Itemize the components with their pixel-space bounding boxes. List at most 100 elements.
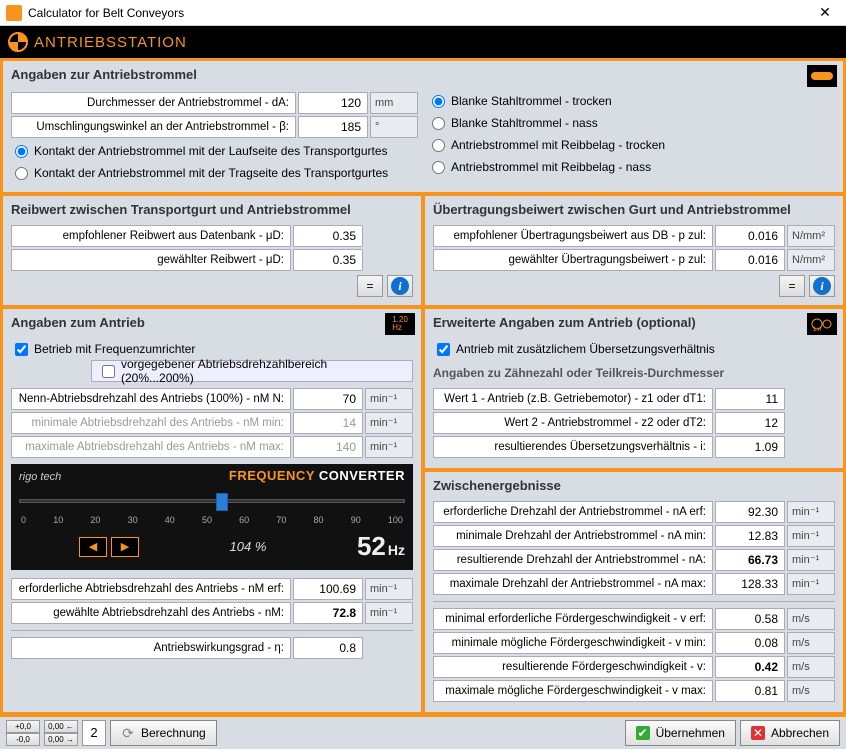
panel-title: Erweiterte Angaben zum Antrieb (optional… — [433, 315, 835, 330]
calculate-button[interactable]: ⟳ Berechnung — [110, 720, 217, 746]
diameter-label: Durchmesser der Antriebstrommel - dA: — [11, 92, 296, 114]
ratio-value: 1.09 — [715, 436, 785, 458]
drum-icon — [807, 65, 837, 87]
panel-title: Reibwert zwischen Transportgurt und Antr… — [11, 202, 413, 217]
contact-run-side-label: Kontakt der Antriebstrommel mit der Lauf… — [34, 144, 388, 158]
res-v-req-label: minimal erforderliche Fördergeschwindigk… — [433, 608, 713, 630]
freq-decrease-button[interactable]: ◀ — [79, 537, 107, 557]
panel-drive-extended: Erweiterte Angaben zum Antrieb (optional… — [424, 308, 844, 469]
speed-unit: min⁻¹ — [365, 578, 413, 600]
friction-db-value: 0.35 — [293, 225, 363, 247]
brand-label: rigo tech — [19, 471, 61, 483]
res-na-min-label: minimale Drehzahl der Antriebstrommel - … — [433, 525, 713, 547]
friction-equal-button[interactable]: = — [357, 275, 383, 297]
preset-range-checkbox[interactable] — [102, 365, 115, 378]
precision-inc-button[interactable]: +0,0 — [6, 720, 40, 733]
panel-title: Angaben zum Antrieb — [11, 315, 413, 330]
contact-carry-side-label: Kontakt der Antriebstrommel mit der Trag… — [34, 166, 388, 180]
friction-chosen-input[interactable] — [293, 249, 363, 271]
panel-transmission: Übertragungsbeiwert zwischen Gurt und An… — [424, 195, 844, 306]
surface-lagging-wet-label: Antriebstrommel mit Reibbelag - nass — [451, 160, 651, 174]
precision-less-button[interactable]: 0,00 ← — [44, 720, 78, 733]
use-vfd-label: Betrieb mit Frequenzumrichter — [34, 342, 195, 356]
surface-lagging-wet-radio[interactable] — [432, 161, 445, 174]
fc-title: FREQUENCY CONVERTER — [229, 468, 405, 483]
trans-db-value: 0.016 — [715, 225, 785, 247]
frequency-slider[interactable] — [19, 489, 405, 513]
wrap-angle-input[interactable] — [298, 116, 368, 138]
min-speed-value: 14 — [293, 412, 363, 434]
diameter-input[interactable] — [298, 92, 368, 114]
res-v-max-label: maximale mögliche Fördergeschwindigkeit … — [433, 680, 713, 702]
diameter-unit: mm — [370, 92, 418, 114]
surface-lagging-dry-label: Antriebstrommel mit Reibbelag - trocken — [451, 138, 665, 152]
res-v-min-label: minimale mögliche Fördergeschwindigkeit … — [433, 632, 713, 654]
section-header: ANTRIEBSSTATION — [0, 26, 846, 58]
res-na-req-label: erforderliche Drehzahl der Antriebstromm… — [433, 501, 713, 523]
surface-steel-wet-radio[interactable] — [432, 117, 445, 130]
app-icon — [6, 5, 22, 21]
cancel-button[interactable]: ✕ Abbrechen — [740, 720, 840, 746]
window-title: Calculator for Belt Conveyors — [28, 6, 810, 20]
wrap-angle-unit: ° — [370, 116, 418, 138]
chosen-speed-input[interactable] — [293, 602, 363, 624]
z1-input[interactable] — [715, 388, 785, 410]
efficiency-input[interactable] — [293, 637, 363, 659]
res-v-value: 0.42 — [715, 656, 785, 678]
extra-ratio-label: Antrieb mit zusätzlichem Übersetzungsver… — [456, 342, 715, 356]
precision-more-button[interactable]: 0,00 → — [44, 733, 78, 746]
z1-label: Wert 1 - Antrieb (z.B. Getriebemotor) - … — [433, 388, 713, 410]
nominal-speed-label: Nenn-Abtriebsdrehzahl des Antriebs (100%… — [11, 388, 291, 410]
x-icon: ✕ — [751, 726, 765, 740]
nominal-speed-input[interactable] — [293, 388, 363, 410]
surface-steel-dry-radio[interactable] — [432, 95, 445, 108]
sub-title: Angaben zu Zähnezahl oder Teilkreis-Durc… — [433, 366, 835, 380]
z2-input[interactable] — [715, 412, 785, 434]
precision-dec-button[interactable]: -0,0 — [6, 733, 40, 746]
slider-ticks: 0102030405060708090100 — [19, 515, 405, 525]
ratio-label: resultierendes Übersetzungsverhältnis - … — [433, 436, 713, 458]
apply-button[interactable]: ✔ Übernehmen — [625, 720, 736, 746]
res-v-req-value: 0.58 — [715, 608, 785, 630]
check-icon: ✔ — [636, 726, 650, 740]
use-vfd-checkbox[interactable] — [15, 343, 28, 356]
contact-run-side-radio[interactable] — [15, 145, 28, 158]
svg-text:1:n: 1:n — [813, 327, 821, 332]
friction-chosen-label: gewählter Reibwert - μD: — [11, 249, 291, 271]
max-speed-value: 140 — [293, 436, 363, 458]
freq-increase-button[interactable]: ▶ — [111, 537, 139, 557]
res-na-max-value: 128.33 — [715, 573, 785, 595]
freq-converter-icon: 1.20Hz — [385, 313, 415, 335]
trans-info-button[interactable]: i — [809, 275, 835, 297]
refresh-icon: ⟳ — [121, 726, 135, 740]
trans-chosen-input[interactable] — [715, 249, 785, 271]
gear-ratio-icon: 1:n — [807, 313, 837, 335]
res-na-value: 66.73 — [715, 549, 785, 571]
chosen-speed-label: gewählte Abtriebsdrehzahl des Antriebs -… — [11, 602, 291, 624]
trans-equal-button[interactable]: = — [779, 275, 805, 297]
speed-unit: min⁻¹ — [365, 436, 413, 458]
required-speed-label: erforderliche Abtriebsdrehzahl des Antri… — [11, 578, 291, 600]
trans-db-label: empfohlener Übertragungsbeiwert aus DB -… — [433, 225, 713, 247]
header-title: ANTRIEBSSTATION — [34, 34, 187, 51]
friction-info-button[interactable]: i — [387, 275, 413, 297]
panel-drive: Angaben zum Antrieb 1.20Hz Betrieb mit F… — [2, 308, 422, 713]
friction-db-label: empfohlener Reibwert aus Datenbank - μD: — [11, 225, 291, 247]
extra-ratio-checkbox[interactable] — [437, 343, 450, 356]
info-icon: i — [813, 277, 831, 295]
surface-lagging-dry-radio[interactable] — [432, 139, 445, 152]
wrap-angle-label: Umschlingungswinkel an der Antriebstromm… — [11, 116, 296, 138]
freq-display: 52Hz — [357, 531, 405, 562]
max-speed-label: maximale Abtriebsdrehzahl des Antriebs -… — [11, 436, 291, 458]
res-na-req-value: 92.30 — [715, 501, 785, 523]
required-speed-value: 100.69 — [293, 578, 363, 600]
trans-chosen-label: gewählter Übertragungsbeiwert - p zul: — [433, 249, 713, 271]
panel-friction: Reibwert zwischen Transportgurt und Antr… — [2, 195, 422, 306]
close-icon[interactable]: ✕ — [810, 4, 840, 21]
contact-carry-side-radio[interactable] — [15, 167, 28, 180]
speed-unit: min⁻¹ — [365, 412, 413, 434]
bottom-bar: +0,0 -0,0 0,00 ← 0,00 → 2 ⟳ Berechnung ✔… — [0, 715, 846, 749]
panel-title: Angaben zur Antriebstrommel — [11, 67, 835, 82]
titlebar: Calculator for Belt Conveyors ✕ — [0, 0, 846, 26]
z2-label: Wert 2 - Antriebstrommel - z2 oder dT2: — [433, 412, 713, 434]
